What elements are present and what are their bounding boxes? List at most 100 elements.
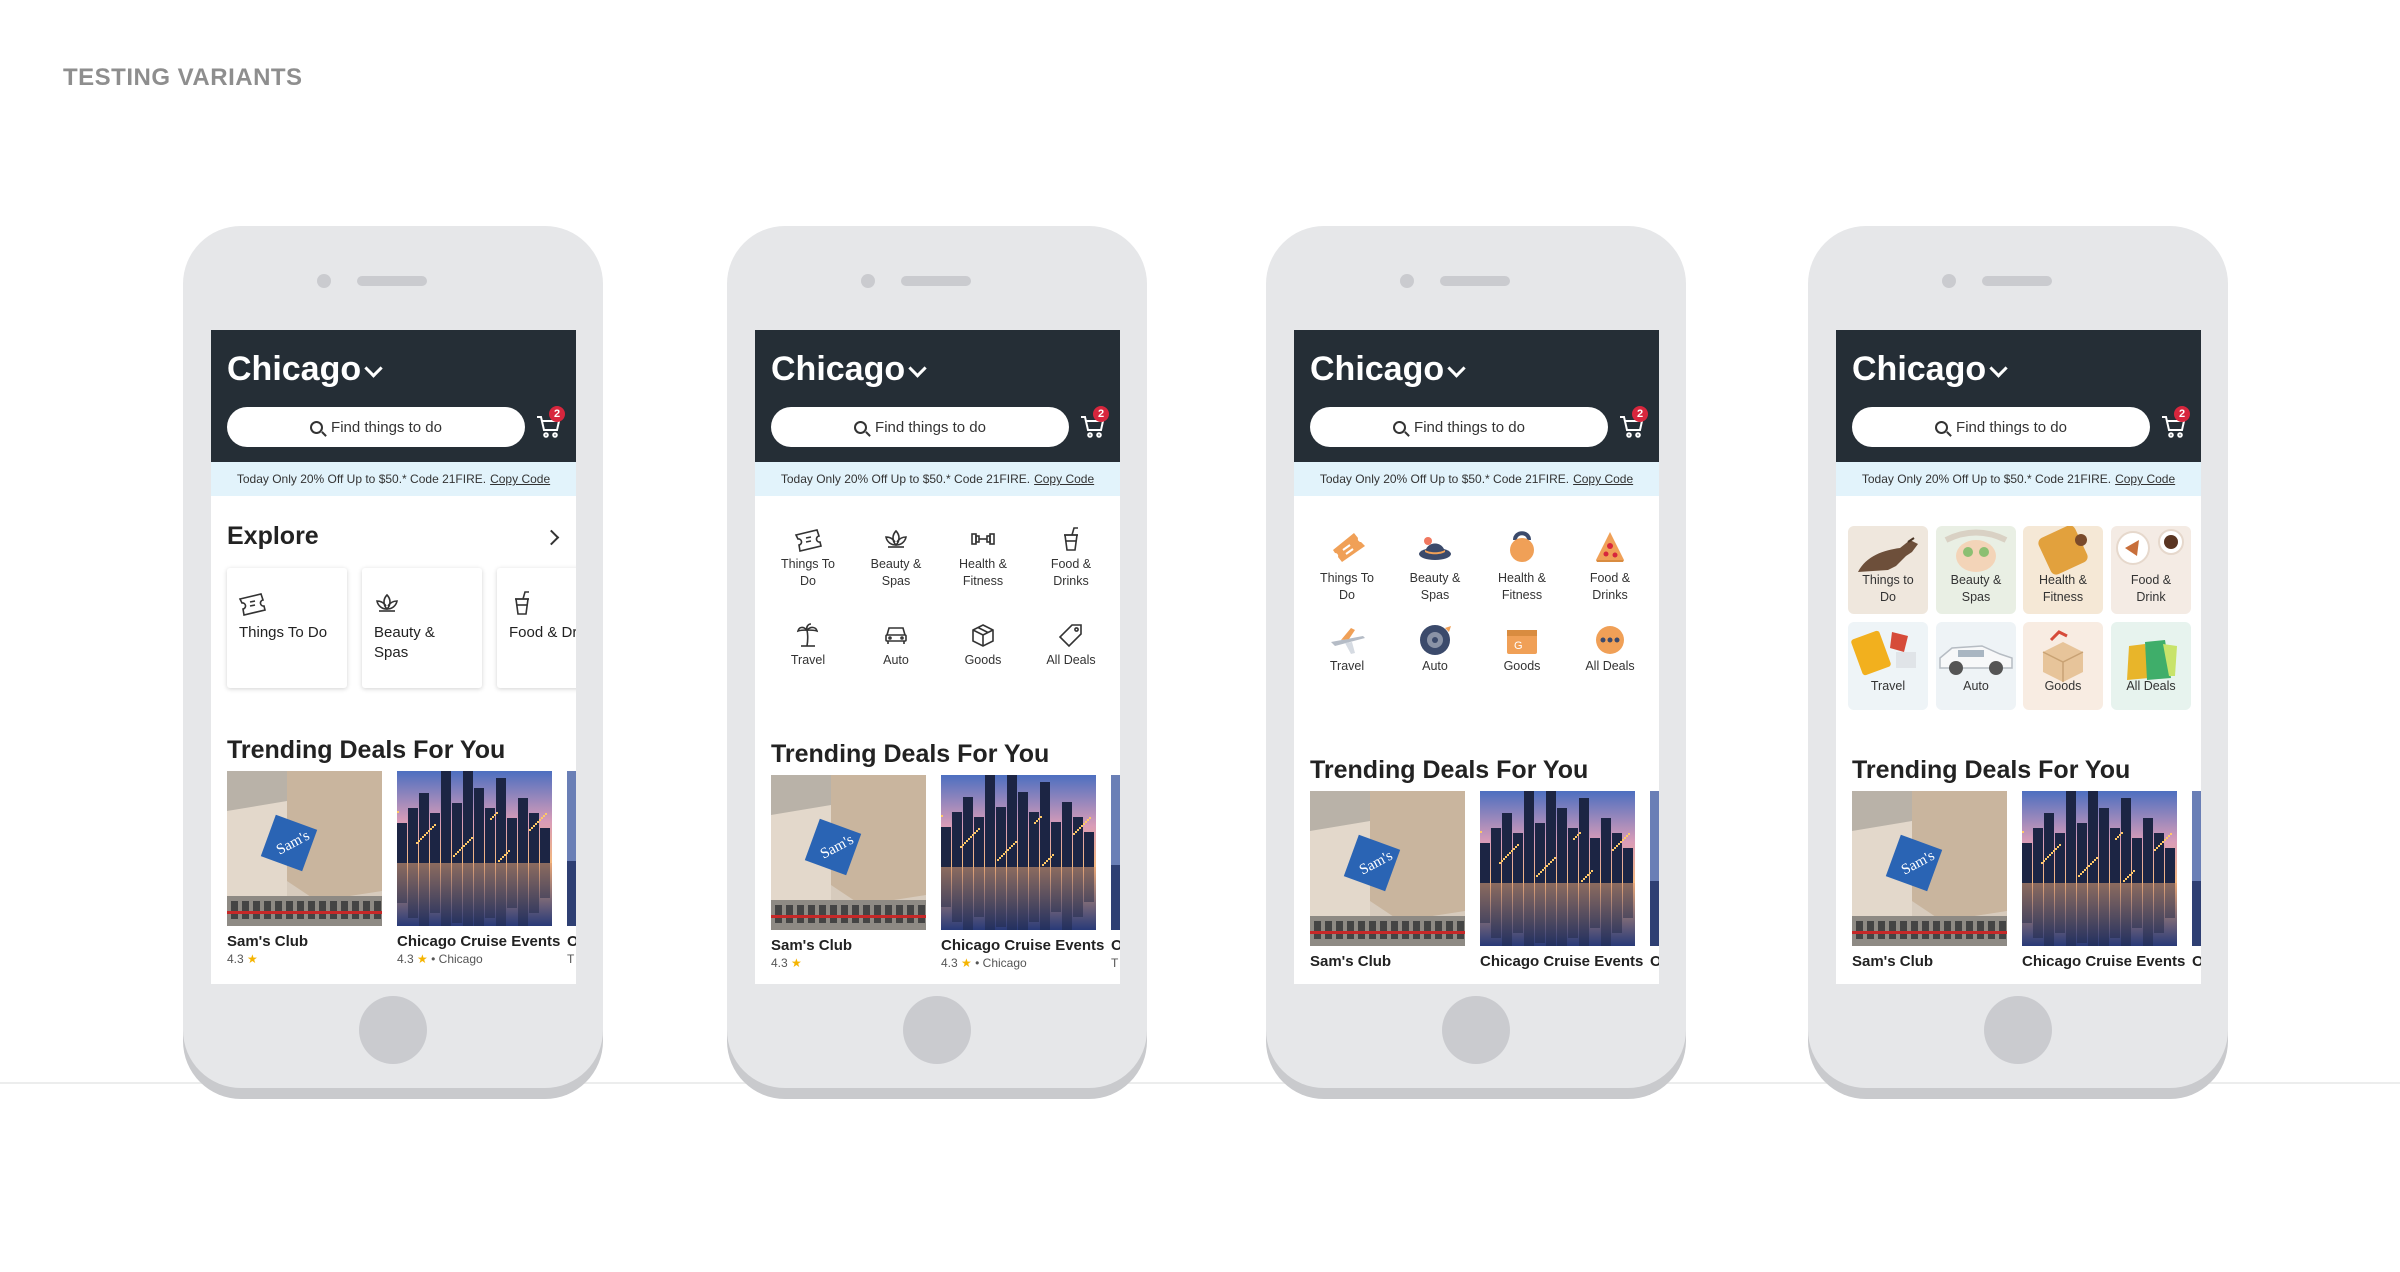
- category-tile[interactable]: Food & Drink: [2111, 526, 2191, 614]
- category-label: Auto: [883, 653, 909, 667]
- category-label: Goods: [1503, 659, 1541, 673]
- deal-image: [2192, 791, 2201, 946]
- home-button[interactable]: [1442, 996, 1510, 1064]
- chevron-down-icon[interactable]: [364, 359, 383, 378]
- city-selector[interactable]: Chicago: [1310, 350, 1444, 389]
- deal-rating: 4.3 ★: [771, 956, 802, 970]
- deal-location: • Chicago: [975, 956, 1027, 970]
- chevron-down-icon[interactable]: [1989, 359, 2008, 378]
- city-selector[interactable]: Chicago: [1852, 350, 1986, 389]
- explore-card-label: Beauty & Spas: [374, 624, 435, 661]
- copy-code-link[interactable]: Copy Code: [1034, 472, 1094, 486]
- deal-rating: 4.3 ★ • Chicago: [941, 956, 1027, 970]
- deal-image: [567, 771, 576, 926]
- front-camera: [1400, 274, 1414, 288]
- tag-icon: [1056, 622, 1086, 653]
- category-label: Health & Fitness: [2039, 573, 2087, 604]
- earpiece-speaker: [1440, 276, 1510, 286]
- category-label: Travel: [790, 653, 826, 667]
- phone-body: Chicago Find things to do 2 Today Only 20% …: [183, 226, 603, 1088]
- explore-card[interactable]: Beauty & Spas: [362, 568, 482, 688]
- promo-banner: Today Only 20% Off Up to $50.* Code 21FI…: [755, 462, 1120, 496]
- chevron-down-icon[interactable]: [1447, 359, 1466, 378]
- category-tile[interactable]: All Deals: [2111, 622, 2191, 710]
- page-title: TESTING VARIANTS: [63, 64, 303, 91]
- deal-name: Chicago Cruise Events: [397, 933, 561, 950]
- deal-image: Sam's: [1852, 791, 2007, 946]
- deal-location: T: [567, 952, 575, 966]
- search-icon: [1393, 420, 1407, 434]
- promo-text: Today Only 20% Off Up to $50.* Code 21FI…: [780, 472, 1031, 486]
- palm-tree-icon: [793, 622, 823, 653]
- deal-image: [397, 771, 552, 926]
- rating-value: 4.3: [227, 952, 244, 966]
- city-selector[interactable]: Chicago: [771, 350, 905, 389]
- earpiece-speaker: [357, 276, 427, 286]
- copy-code-link[interactable]: Copy Code: [490, 472, 550, 486]
- city-selector[interactable]: Chicago: [227, 350, 361, 389]
- category-label: All Deals: [2126, 679, 2176, 693]
- category-tile[interactable]: Health & Fitness: [2023, 526, 2103, 614]
- deal-name: Sam's Club: [1310, 953, 1392, 970]
- deal-rating: T: [1111, 956, 1118, 970]
- copy-code-link[interactable]: Copy Code: [2115, 472, 2175, 486]
- kettlebell-icon: [1502, 528, 1542, 569]
- deal-image: Sam's: [771, 775, 926, 930]
- phone-mockup-explore: Chicago Find things to do 2 Today Only 20% …: [183, 226, 603, 1099]
- rating-value: 4.3: [397, 952, 414, 966]
- app-screen: Chicago Find things to do 2 Today Only 20% …: [755, 330, 1120, 984]
- search-input[interactable]: Find things to do: [1310, 407, 1608, 447]
- trending-heading: Trending Deals For You: [227, 736, 506, 764]
- search-placeholder: Find things to do: [1956, 418, 2067, 436]
- app-header: Chicago Find things to do 2: [211, 330, 576, 462]
- search-input[interactable]: Find things to do: [771, 407, 1069, 447]
- trending-heading: Trending Deals For You: [1852, 756, 2131, 784]
- search-input[interactable]: Find things to do: [227, 407, 525, 447]
- app-header: Chicago Find things to do 2: [1294, 330, 1659, 462]
- category-tile[interactable]: Beauty & Spas: [1936, 526, 2016, 614]
- category-label: Things To Do: [781, 557, 835, 588]
- category-tile[interactable]: Goods: [2023, 622, 2103, 710]
- phone-mockup-color: Chicago Find things to do 2 Today Only 20% …: [1266, 226, 1686, 1099]
- search-input[interactable]: Find things to do: [1852, 407, 2150, 447]
- deal-rating: T: [567, 952, 574, 966]
- category-label: Beauty & Spas: [870, 557, 922, 588]
- deal-name: Sam's Club: [227, 933, 309, 950]
- cart-count-badge: 2: [1093, 406, 1109, 422]
- category-label: Food & Drinks: [1050, 557, 1092, 588]
- category-label: Goods: [2044, 679, 2082, 693]
- promo-banner: Today Only 20% Off Up to $50.* Code 21FI…: [1294, 462, 1659, 496]
- promo-banner: Today Only 20% Off Up to $50.* Code 21FI…: [211, 462, 576, 496]
- more-icon: [1590, 622, 1630, 663]
- explore-card[interactable]: Food & Dr: [497, 568, 576, 688]
- car-icon: [881, 622, 911, 653]
- front-camera: [861, 274, 875, 288]
- home-button[interactable]: [1984, 996, 2052, 1064]
- category-tile[interactable]: Things to Do: [1848, 526, 1928, 614]
- star-icon: ★: [957, 956, 976, 970]
- deal-name: O: [1111, 937, 1120, 954]
- cart-count-badge: 2: [1632, 406, 1648, 422]
- chevron-down-icon[interactable]: [908, 359, 927, 378]
- cart-count-badge: 2: [2174, 406, 2190, 422]
- deal-image: [1111, 775, 1120, 930]
- search-placeholder: Find things to do: [1414, 418, 1525, 436]
- chevron-right-icon[interactable]: [543, 529, 560, 546]
- deal-image: Sam's: [227, 771, 382, 926]
- deal-name: Chicago Cruise Events: [941, 937, 1105, 954]
- home-button[interactable]: [903, 996, 971, 1064]
- earpiece-speaker: [1982, 276, 2052, 286]
- explore-card[interactable]: Things To Do: [227, 568, 347, 688]
- category-tile[interactable]: Travel: [1848, 622, 1928, 710]
- category-label: Auto: [1963, 679, 1989, 693]
- category-tile[interactable]: Auto: [1936, 622, 2016, 710]
- dumbbell-icon: [968, 526, 998, 557]
- deal-name: O: [567, 933, 576, 950]
- search-icon: [310, 420, 324, 434]
- category-label: Food & Drink: [2130, 573, 2172, 604]
- category-label: All Deals: [1585, 659, 1635, 673]
- home-button[interactable]: [359, 996, 427, 1064]
- deal-image: [1650, 791, 1659, 946]
- copy-code-link[interactable]: Copy Code: [1573, 472, 1633, 486]
- shopping-bags-photo: [2111, 622, 2191, 710]
